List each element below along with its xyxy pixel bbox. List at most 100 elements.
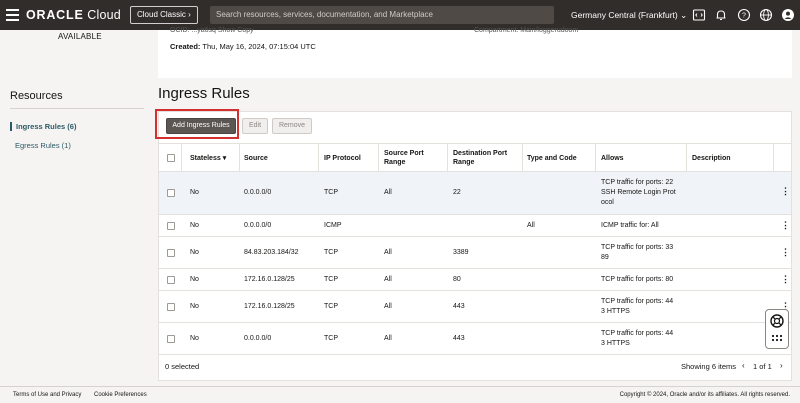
- row-checkbox[interactable]: [167, 189, 175, 197]
- source-cell: 0.0.0.0/0: [244, 222, 272, 229]
- source-cell: 172.16.0.128/25: [244, 303, 295, 310]
- column-divider: [378, 144, 379, 172]
- dest-port-header-line2: Range: [453, 159, 475, 166]
- protocol-cell: TCP: [324, 303, 338, 310]
- created-value: Thu, May 16, 2024, 07:15:04 UTC: [202, 42, 316, 51]
- row-actions-kebab-icon[interactable]: ⋮: [781, 186, 790, 197]
- edit-button[interactable]: Edit: [242, 118, 268, 134]
- allows-line: TCP traffic for ports: 22: [601, 179, 674, 186]
- stateless-cell: No: [190, 303, 199, 310]
- ocid-text: OCID: ...ya6sq Show Copy: [170, 27, 254, 34]
- details-card: OCID: ...ya6sq Show Copy Compartment: Ma…: [158, 27, 792, 78]
- allows-cell: TCP traffic for ports: 44 3 HTTPS: [601, 297, 673, 317]
- column-header-description: Description: [692, 155, 731, 162]
- code-editor-icon[interactable]: [692, 8, 706, 22]
- column-header-allows: Allows: [601, 155, 624, 162]
- bell-icon[interactable]: [714, 8, 728, 22]
- page-title: Ingress Rules: [158, 85, 250, 102]
- type-code-cell: All: [527, 222, 535, 229]
- previous-page-icon[interactable]: ‹: [742, 361, 745, 370]
- cookie-preferences-link[interactable]: Cookie Preferences: [94, 392, 147, 398]
- region-label: Germany Central (Frankfurt): [571, 10, 678, 20]
- menu-icon[interactable]: [6, 9, 19, 21]
- destination-port-cell: 3389: [453, 249, 469, 256]
- globe-icon[interactable]: [759, 8, 773, 22]
- allows-cell: ICMP traffic for: All: [601, 221, 659, 231]
- stateless-header-label: Stateless: [190, 155, 221, 162]
- stateless-cell: No: [190, 276, 199, 283]
- remove-button[interactable]: Remove: [272, 118, 312, 134]
- allows-line: ocol: [601, 199, 614, 206]
- terms-link[interactable]: Terms of Use and Privacy: [13, 392, 81, 398]
- page-footer: Terms of Use and Privacy Cookie Preferen…: [0, 386, 800, 403]
- oracle-cloud-logo[interactable]: ORACLE Cloud: [26, 8, 121, 22]
- column-header-ip-protocol: IP Protocol: [324, 155, 361, 162]
- copyright-text: Copyright © 2024, Oracle and/or its affi…: [619, 392, 790, 398]
- sidebar-item-ingress-rules[interactable]: Ingress Rules (6): [10, 122, 76, 131]
- destination-port-cell: 22: [453, 189, 461, 196]
- table-row[interactable]: No 172.16.0.128/25 TCP All 443 TCP traff…: [159, 291, 791, 323]
- next-page-icon[interactable]: ›: [780, 361, 783, 370]
- table-row[interactable]: No 172.16.0.128/25 TCP All 80 TCP traffi…: [159, 269, 791, 291]
- source-port-cell: All: [384, 189, 392, 196]
- source-cell: 172.16.0.128/25: [244, 276, 295, 283]
- allows-line: 89: [601, 254, 609, 261]
- source-port-cell: All: [384, 335, 392, 342]
- resources-divider: [10, 108, 144, 109]
- destination-port-cell: 443: [453, 335, 465, 342]
- select-all-checkbox[interactable]: [167, 154, 175, 162]
- column-header-source-port-range: Source Port Range: [384, 149, 424, 167]
- stateless-cell: No: [190, 335, 199, 342]
- allows-line: 3 HTTPS: [601, 340, 630, 347]
- allows-line: TCP traffic for ports: 80: [601, 276, 674, 283]
- source-port-cell: All: [384, 303, 392, 310]
- table-footer: 0 selected Showing 6 items ‹ 1 of 1 ›: [159, 353, 791, 380]
- showing-count: Showing 6 items: [681, 362, 737, 371]
- source-port-header-line2: Range: [384, 159, 406, 166]
- main-content: AVAILABLE OCID: ...ya6sq Show Copy Compa…: [0, 27, 800, 386]
- dest-port-header-line1: Destination Port: [453, 150, 508, 157]
- resources-title: Resources: [10, 90, 63, 102]
- table-row[interactable]: No 84.83.203.184/32 TCP All 3389 TCP tra…: [159, 237, 791, 269]
- allows-line: 3 HTTPS: [601, 308, 630, 315]
- table-row[interactable]: No 0.0.0.0/0 TCP All 22 TCP traffic for …: [159, 172, 791, 215]
- destination-port-cell: 80: [453, 276, 461, 283]
- search-input[interactable]: Search resources, services, documentatio…: [210, 6, 554, 24]
- column-header-destination-port-range: Destination Port Range: [453, 149, 507, 167]
- column-divider: [447, 144, 448, 172]
- column-header-source: Source: [244, 155, 268, 162]
- allows-cell: TCP traffic for ports: 44 3 HTTPS: [601, 329, 673, 349]
- user-icon[interactable]: [781, 8, 795, 22]
- source-port-header-line1: Source Port: [384, 150, 424, 157]
- column-header-stateless[interactable]: Stateless ▾: [190, 154, 226, 163]
- allows-cell: TCP traffic for ports: 80: [601, 275, 673, 285]
- source-cell: 84.83.203.184/32: [244, 249, 299, 256]
- table-row[interactable]: No 0.0.0.0/0 TCP All 443 TCP traffic for…: [159, 323, 791, 355]
- table-row[interactable]: No 0.0.0.0/0 ICMP All ICMP traffic for: …: [159, 215, 791, 237]
- sidebar-item-egress-rules[interactable]: Egress Rules (1): [10, 141, 71, 150]
- row-actions-kebab-icon[interactable]: ⋮: [781, 274, 790, 285]
- source-cell: 0.0.0.0/0: [244, 335, 272, 342]
- cloud-classic-button[interactable]: Cloud Classic ›: [130, 6, 198, 24]
- row-checkbox[interactable]: [167, 222, 175, 230]
- row-checkbox[interactable]: [167, 249, 175, 257]
- help-widget-button[interactable]: [765, 309, 789, 349]
- row-checkbox[interactable]: [167, 276, 175, 284]
- allows-line: TCP traffic for ports: 44: [601, 298, 674, 305]
- source-port-cell: All: [384, 276, 392, 283]
- row-actions-kebab-icon[interactable]: ⋮: [781, 220, 790, 231]
- state-label: AVAILABLE: [58, 32, 102, 41]
- region-selector[interactable]: Germany Central (Frankfurt) ⌄: [571, 10, 687, 21]
- stateless-cell: No: [190, 189, 199, 196]
- chevron-down-icon: ⌄: [680, 10, 688, 20]
- row-actions-kebab-icon[interactable]: ⋮: [781, 247, 790, 258]
- column-divider: [686, 144, 687, 172]
- row-checkbox[interactable]: [167, 303, 175, 311]
- column-divider: [522, 144, 523, 172]
- protocol-cell: TCP: [324, 189, 338, 196]
- table-header: Stateless ▾ Source IP Protocol Source Po…: [159, 144, 791, 172]
- sort-down-icon: ▾: [222, 155, 227, 162]
- allows-line: ICMP traffic for: All: [601, 222, 659, 229]
- help-icon[interactable]: ?: [737, 8, 751, 22]
- row-checkbox[interactable]: [167, 335, 175, 343]
